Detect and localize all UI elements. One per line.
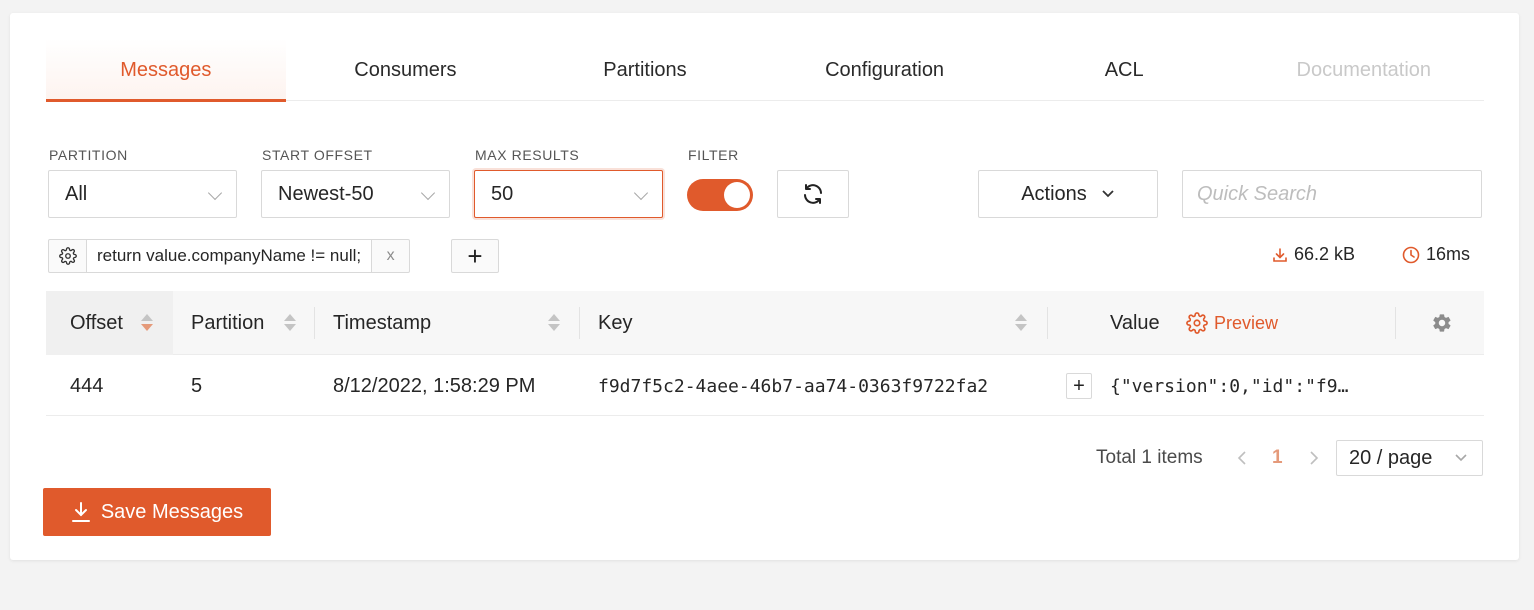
column-offset[interactable]: Offset (46, 291, 173, 355)
actions-dropdown[interactable]: Actions (978, 170, 1158, 218)
table-row[interactable]: 444 5 8/12/2022, 1:58:29 PM f9d7f5c2-4ae… (46, 356, 1484, 416)
topic-tabs: Messages Consumers Partitions Configurat… (46, 39, 1484, 102)
chevron-down-icon (207, 185, 223, 201)
start-offset-select[interactable]: Newest-50 (261, 170, 450, 218)
column-value-label: Value (1110, 311, 1160, 334)
column-key-label: Key (598, 311, 633, 334)
remove-filter-button[interactable]: x (371, 240, 409, 272)
page-size-select[interactable]: 20 / page (1336, 440, 1483, 476)
column-offset-label: Offset (70, 311, 123, 334)
chevron-down-icon (1102, 190, 1114, 198)
max-results-label: MAX RESULTS (475, 147, 580, 163)
preview-label: Preview (1214, 312, 1279, 333)
expand-row-button[interactable]: + (1066, 373, 1092, 399)
tab-consumers[interactable]: Consumers (286, 39, 526, 101)
save-messages-button[interactable]: Save Messages (43, 488, 271, 536)
page-size-value: 20 / page (1349, 446, 1433, 469)
tab-documentation: Documentation (1296, 58, 1432, 81)
save-messages-label: Save Messages (100, 500, 244, 523)
filter-settings-button[interactable] (49, 240, 87, 272)
next-page-button[interactable] (1308, 440, 1320, 476)
gear-icon (58, 247, 77, 265)
cell-timestamp: 8/12/2022, 1:58:29 PM (333, 374, 536, 397)
start-offset-label: START OFFSET (262, 147, 373, 163)
tab-configuration[interactable]: Configuration (765, 39, 1005, 101)
filter-label: FILTER (688, 147, 739, 163)
gear-icon (1186, 312, 1208, 334)
pagination-total: Total 1 items (1096, 447, 1203, 468)
time-value: 16ms (1426, 244, 1471, 264)
add-filter-button[interactable]: + (451, 239, 499, 273)
prev-page-button[interactable] (1236, 440, 1248, 476)
messages-table-header: Offset Partition Timestamp Key Value Pre… (46, 291, 1484, 355)
partition-label: PARTITION (49, 147, 128, 163)
max-results-select-value: 50 (491, 182, 514, 205)
preview-button[interactable]: Preview (1186, 291, 1296, 355)
refresh-icon (804, 184, 822, 204)
actions-label: Actions (1021, 182, 1087, 205)
sort-icon (284, 312, 296, 334)
quick-search-input[interactable] (1182, 170, 1482, 218)
messages-panel: Messages Consumers Partitions Configurat… (10, 13, 1519, 560)
cell-offset: 444 (70, 374, 104, 397)
column-settings-button[interactable] (1420, 291, 1464, 355)
chevron-left-icon (1237, 451, 1246, 465)
max-results-select[interactable]: 50 (474, 170, 663, 218)
column-partition-label: Partition (191, 311, 265, 334)
column-value: Value (1110, 291, 1170, 355)
size-value: 66.2 kB (1294, 244, 1356, 264)
column-divider (1047, 307, 1048, 339)
column-divider (1395, 307, 1396, 339)
partition-select[interactable]: All (48, 170, 237, 218)
refresh-button[interactable] (777, 170, 849, 218)
time-stat: 16ms (1402, 244, 1470, 265)
chevron-down-icon (633, 185, 649, 201)
download-icon (71, 502, 90, 522)
column-key[interactable]: Key (580, 291, 1047, 355)
cell-partition: 5 (191, 374, 203, 397)
size-stat: 66.2 kB (1272, 244, 1355, 265)
sort-icon (548, 312, 560, 334)
column-partition[interactable]: Partition (173, 291, 314, 355)
tab-acl[interactable]: ACL (1004, 39, 1244, 101)
chevron-down-icon (420, 185, 436, 201)
gear-icon (1433, 314, 1451, 332)
clock-icon (1402, 246, 1420, 263)
column-timestamp-label: Timestamp (333, 311, 432, 334)
tab-messages[interactable]: Messages (46, 39, 286, 102)
toggle-knob (724, 182, 750, 208)
start-offset-select-value: Newest-50 (278, 182, 374, 205)
partition-select-value: All (65, 182, 88, 205)
column-timestamp[interactable]: Timestamp (315, 291, 579, 355)
page-1[interactable]: 1 (1272, 440, 1283, 476)
filter-code[interactable]: return value.companyName != null; (87, 240, 372, 272)
js-filter-chip: return value.companyName != null; x (48, 239, 411, 273)
chevron-down-icon (1455, 454, 1467, 462)
download-icon (1273, 247, 1287, 262)
cell-value: {"version":0,"id":"f9… (1110, 375, 1349, 397)
sort-icon (141, 312, 153, 334)
cell-key: f9d7f5c2-4aee-46b7-aa74-0363f9722fa2 (598, 375, 989, 397)
tab-partitions[interactable]: Partitions (525, 39, 765, 101)
sort-icon (1015, 312, 1027, 334)
chevron-right-icon (1310, 451, 1319, 465)
filter-toggle[interactable] (687, 179, 753, 211)
